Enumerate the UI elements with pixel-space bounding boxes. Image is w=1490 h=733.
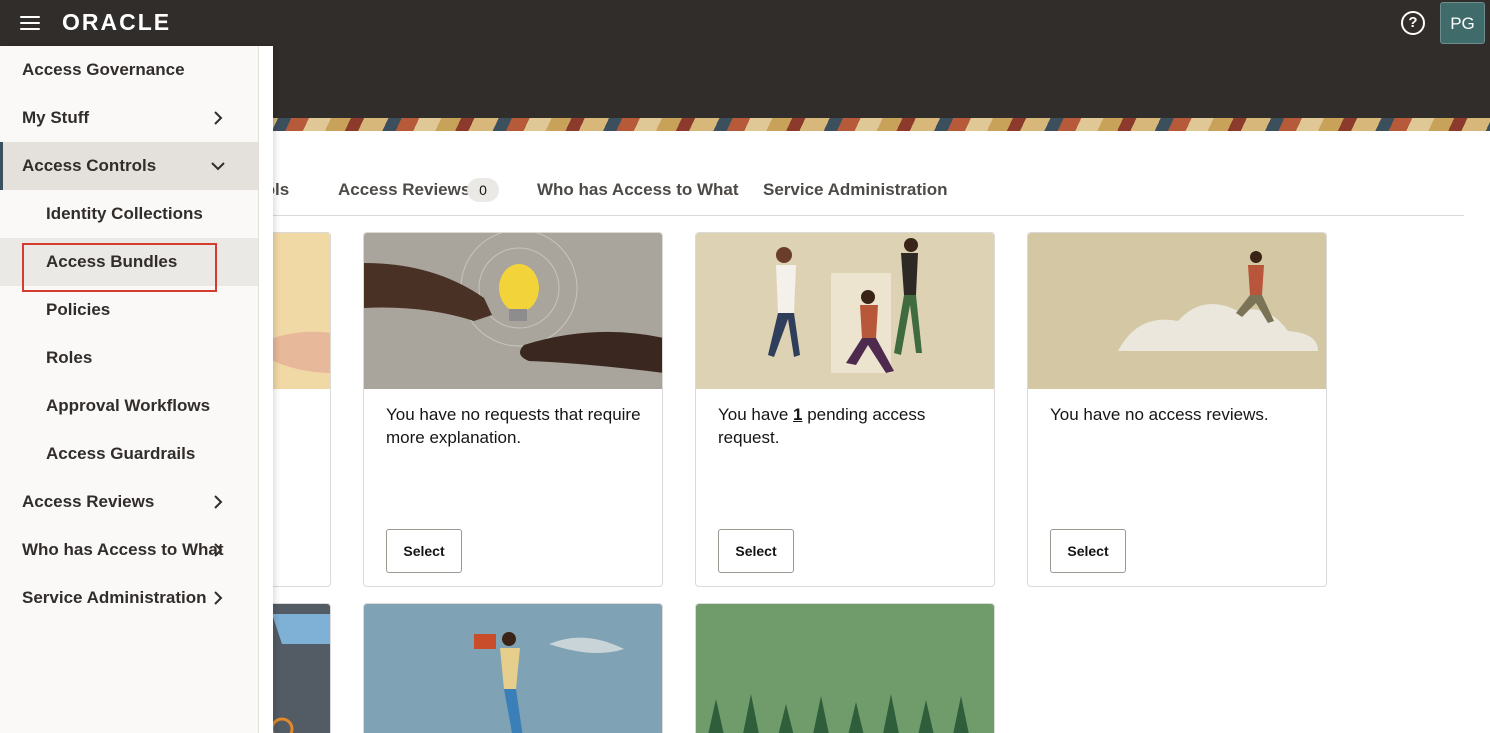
people-collaborating-illustration — [768, 238, 922, 373]
card-explanation-requests: You have no requests that require more e… — [363, 232, 663, 587]
card-row2-laptop — [363, 603, 663, 733]
select-button[interactable]: Select — [718, 529, 794, 573]
nav-roles[interactable]: Roles — [0, 334, 258, 382]
tab-access-reviews[interactable]: Access Reviews — [338, 180, 470, 200]
nav-access-bundles[interactable]: Access Bundles — [0, 238, 258, 286]
nav-item-label: Access Reviews — [22, 492, 155, 511]
nav-item-label: My Stuff — [22, 108, 90, 127]
climber-cloud-illustration — [1118, 251, 1318, 351]
lightbulb-handoff-illustration — [364, 233, 662, 373]
navigation-drawer: Access Governance My Stuff Access Contro… — [0, 46, 273, 733]
card-illustration — [364, 233, 662, 389]
nav-my-stuff[interactable]: My Stuff — [0, 94, 258, 142]
tab-service-administration[interactable]: Service Administration — [763, 180, 948, 200]
chevron-right-icon — [214, 495, 223, 509]
person-laptop-illustration — [474, 632, 624, 733]
nav-item-label: Approval Workflows — [46, 396, 211, 415]
nav-approval-workflows[interactable]: Approval Workflows — [0, 382, 258, 430]
chevron-right-icon — [214, 543, 223, 557]
nav-item-label: Access Controls — [22, 156, 157, 175]
card-illustration — [364, 604, 662, 733]
card-illustration — [696, 233, 994, 389]
card-message: You have no requests that require more e… — [386, 405, 641, 447]
card-illustration — [696, 604, 994, 733]
chevron-right-icon — [214, 591, 223, 605]
nav-item-label: Identity Collections — [46, 204, 203, 223]
card-message: You have 1 pending access request. — [718, 403, 978, 449]
nav-item-label: Access Bundles — [46, 252, 178, 271]
nav-item-label: Access Guardrails — [46, 444, 196, 463]
access-reviews-count-badge: 0 — [467, 178, 499, 202]
nav-service-administration[interactable]: Service Administration — [0, 574, 258, 622]
nav-access-governance[interactable]: Access Governance — [0, 46, 258, 94]
nav-item-label: Service Administration — [22, 588, 207, 607]
nav-access-guardrails[interactable]: Access Guardrails — [0, 430, 258, 478]
card-illustration — [1028, 233, 1326, 389]
tab-who-has-access[interactable]: Who has Access to What — [537, 180, 739, 200]
drawer-scrollbar[interactable] — [258, 46, 273, 733]
nav-item-label: Access Governance — [22, 60, 185, 79]
nav-item-label: Who has Access to What — [22, 540, 224, 559]
hamburger-menu-icon[interactable] — [16, 11, 44, 35]
nav-access-controls[interactable]: Access Controls — [0, 142, 258, 190]
chevron-right-icon — [214, 111, 223, 125]
nav-who-has-access[interactable]: Who has Access to What — [0, 526, 258, 574]
user-avatar[interactable]: PG — [1440, 2, 1485, 44]
nav-item-label: Policies — [46, 300, 111, 319]
help-icon[interactable]: ? — [1401, 11, 1425, 35]
nav-item-label: Roles — [46, 348, 93, 367]
oracle-logo[interactable]: ORACLE — [62, 9, 171, 35]
card-row2-forest — [695, 603, 995, 733]
top-bar: ORACLE ? PG — [0, 0, 1490, 46]
card-access-reviews: You have no access reviews. Select — [1027, 232, 1327, 587]
nav-access-reviews[interactable]: Access Reviews — [0, 478, 258, 526]
forest-illustration — [708, 694, 969, 733]
select-button[interactable]: Select — [386, 529, 462, 573]
card-message: You have no access reviews. — [1050, 405, 1269, 424]
nav-identity-collections[interactable]: Identity Collections — [0, 190, 258, 238]
card-text-prefix: You have — [718, 405, 793, 424]
nav-policies[interactable]: Policies — [0, 286, 258, 334]
select-button[interactable]: Select — [1050, 529, 1126, 573]
chevron-down-icon — [211, 162, 225, 171]
card-pending-requests: You have 1 pending access request. Selec… — [695, 232, 995, 587]
